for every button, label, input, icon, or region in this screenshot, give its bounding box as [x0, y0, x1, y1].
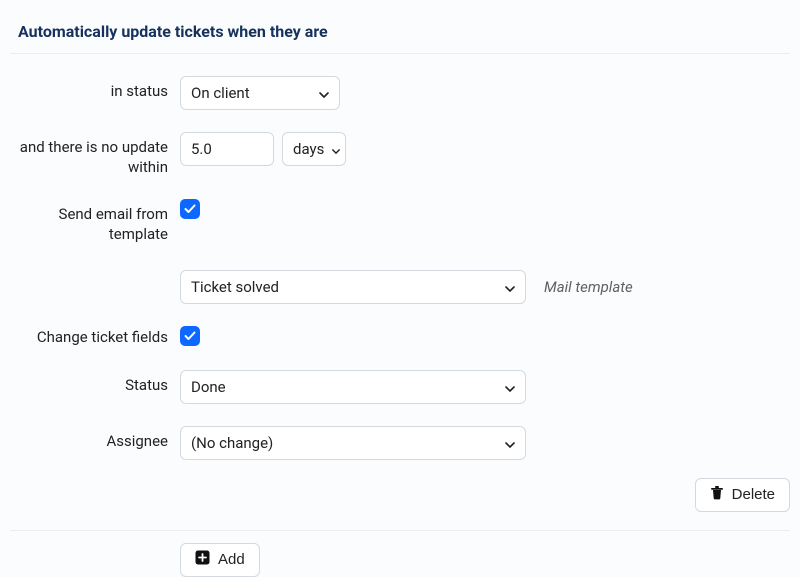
mail-template-select[interactable]: Ticket solved — [180, 270, 526, 304]
caret-down-icon — [332, 140, 340, 158]
caret-down-icon — [505, 278, 515, 296]
mail-template-hint: Mail template — [544, 278, 633, 296]
status-filter-value: On client — [191, 84, 250, 102]
label-no-update: and there is no update within — [10, 132, 180, 177]
caret-down-icon — [505, 378, 515, 396]
status-set-select[interactable]: Done — [180, 370, 526, 404]
label-in-status: in status — [10, 76, 180, 102]
section-title: Automatically update tickets when they a… — [18, 22, 328, 41]
row-change-fields-check: Change ticket fields — [10, 326, 790, 348]
section-divider — [10, 530, 790, 531]
assignee-set-value: (No change) — [191, 434, 273, 452]
mail-template-value: Ticket solved — [191, 278, 279, 296]
delete-button[interactable]: Delete — [695, 478, 790, 512]
label-change-fields: Change ticket fields — [10, 326, 180, 348]
row-no-update: and there is no update within 5.0 days — [10, 132, 790, 177]
change-fields-checkbox[interactable] — [180, 326, 200, 346]
duration-value-input[interactable]: 5.0 — [180, 132, 274, 166]
add-button-label: Add — [218, 551, 245, 568]
label-status: Status — [10, 370, 180, 396]
send-email-checkbox[interactable] — [180, 199, 200, 219]
duration-value: 5.0 — [191, 140, 212, 158]
section-header: Automatically update tickets when they a… — [10, 12, 790, 54]
row-assignee-set: Assignee (No change) — [10, 426, 790, 460]
label-send-email: Send email from template — [10, 199, 180, 244]
plus-square-icon — [195, 550, 210, 569]
status-filter-select[interactable]: On client — [180, 76, 340, 110]
assignee-set-select[interactable]: (No change) — [180, 426, 526, 460]
label-assignee: Assignee — [10, 426, 180, 452]
status-set-value: Done — [191, 378, 226, 396]
row-status-set: Status Done — [10, 370, 790, 404]
add-row: Add — [10, 543, 790, 577]
delete-button-label: Delete — [732, 486, 775, 503]
caret-down-icon — [319, 84, 329, 102]
add-button[interactable]: Add — [180, 543, 260, 577]
row-send-email-check: Send email from template — [10, 199, 790, 244]
delete-row: Delete — [10, 478, 790, 530]
duration-unit-select[interactable]: days — [282, 132, 346, 166]
row-in-status: in status On client — [10, 76, 790, 110]
caret-down-icon — [505, 434, 515, 452]
duration-unit-value: days — [293, 140, 324, 158]
trash-icon — [710, 485, 724, 504]
row-mail-template: Ticket solved Mail template — [10, 270, 790, 304]
